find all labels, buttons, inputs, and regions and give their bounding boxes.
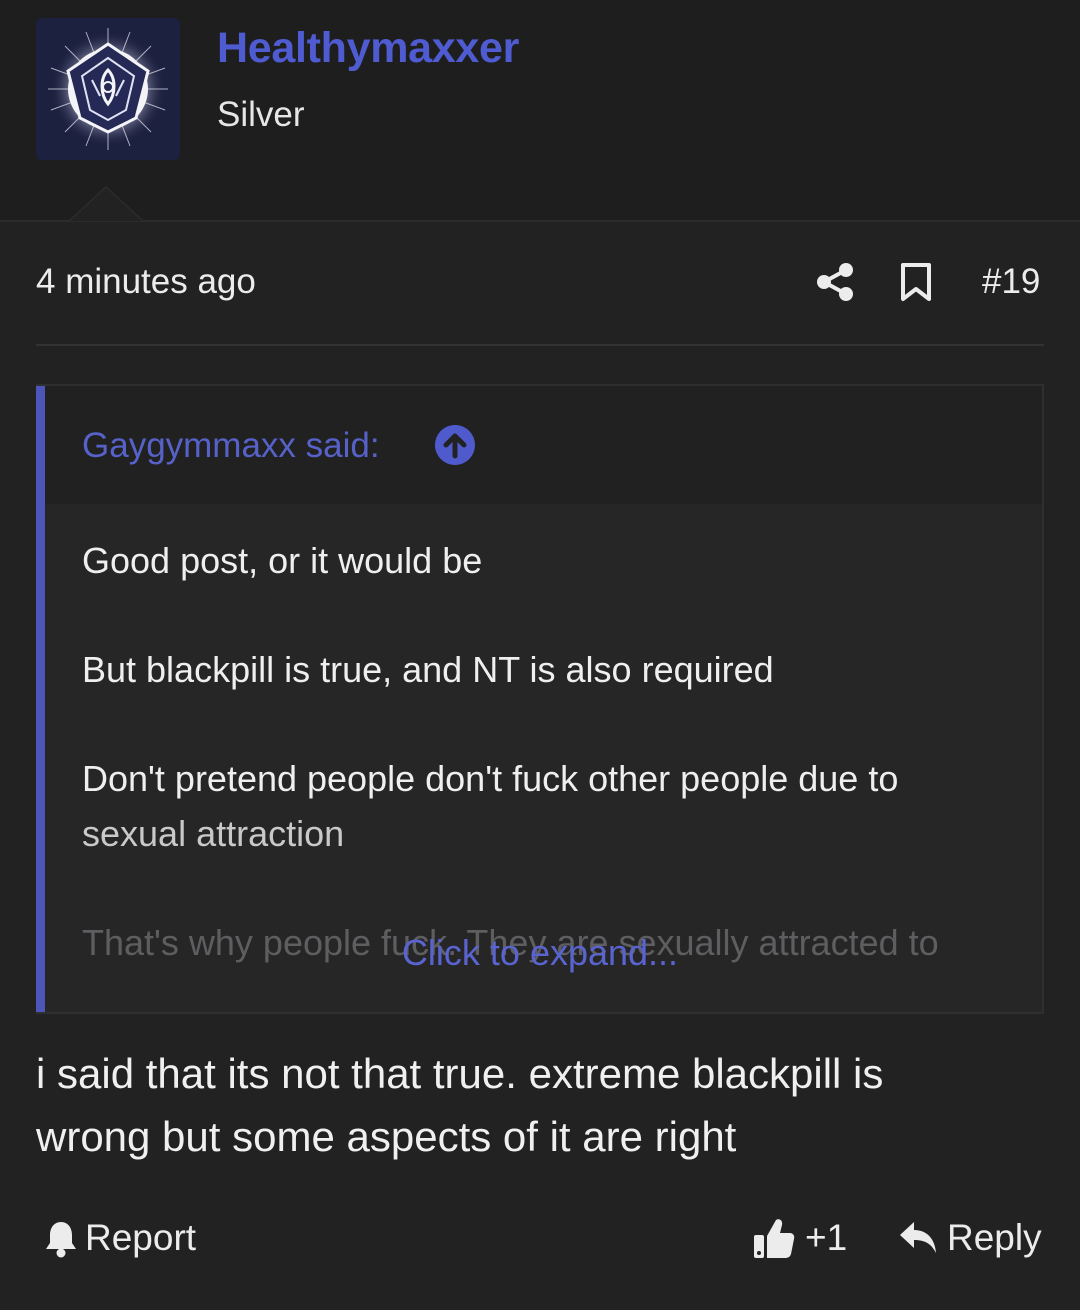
post-timestamp[interactable]: 4 minutes ago	[36, 262, 256, 302]
quote-line: Good post, or it would be	[82, 540, 483, 581]
quote-header: Gaygymmaxx said:	[45, 386, 1042, 504]
author-username[interactable]: Healthymaxxer	[217, 24, 519, 73]
like-count: +1	[805, 1217, 848, 1258]
author-rank: Silver	[217, 95, 305, 134]
reply-arrow-icon	[900, 1222, 936, 1253]
bookmark-icon[interactable]	[899, 262, 933, 302]
bell-icon	[46, 1222, 76, 1258]
like-button[interactable]: +1	[752, 1214, 852, 1264]
reply-label: Reply	[947, 1217, 1042, 1258]
post-number-link[interactable]: #19	[982, 262, 1040, 302]
share-icon[interactable]	[816, 262, 854, 302]
quote-line: sexual attraction	[82, 813, 345, 854]
quote-accent-bar	[36, 386, 45, 1012]
quote-block: Gaygymmaxx said: Good post, or it would …	[36, 384, 1044, 1014]
thumbs-up-icon	[754, 1219, 795, 1258]
avatar[interactable]	[36, 18, 180, 160]
message-line: wrong but some aspects of it are right	[36, 1113, 737, 1160]
report-label: Report	[85, 1217, 197, 1258]
quote-line: Don't pretend people don't fuck other pe…	[82, 758, 899, 799]
quote-author-link[interactable]: Gaygymmaxx said:	[82, 426, 380, 466]
post-message: i said that its not that true. extreme b…	[36, 1042, 1046, 1168]
click-to-expand-link[interactable]: Click to expand...	[36, 932, 1042, 974]
post-author-header: Healthymaxxer Silver	[0, 0, 1080, 222]
reply-button[interactable]: Reply	[898, 1214, 1048, 1264]
message-line: i said that its not that true. extreme b…	[36, 1050, 884, 1097]
quote-line: But blackpill is true, and NT is also re…	[82, 649, 774, 690]
meta-divider	[36, 344, 1044, 346]
message-pointer	[70, 188, 142, 221]
geometric-star-emblem-icon	[36, 18, 180, 160]
arrow-up-circle-icon[interactable]	[435, 425, 475, 465]
post-container: Healthymaxxer Silver 4 minutes ago #19 G…	[0, 0, 1080, 1310]
